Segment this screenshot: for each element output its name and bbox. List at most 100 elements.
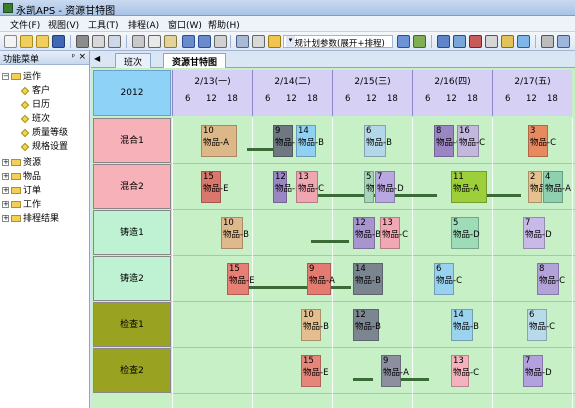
- zoom-icon[interactable]: [236, 35, 249, 48]
- tab-resource-gantt[interactable]: 资源甘特图: [163, 53, 227, 68]
- task-item-name: 物品-C: [382, 230, 409, 240]
- leaf-icon: [20, 142, 30, 151]
- check-icon[interactable]: [485, 35, 498, 48]
- param-select[interactable]: 常规计划参数(展开+排程) ▾: [283, 35, 393, 49]
- expand-icon[interactable]: +: [2, 215, 9, 222]
- task-bar[interactable]: 14 物品-B: [296, 125, 324, 157]
- task-bar[interactable]: 16 物品-C: [457, 125, 485, 157]
- menu-help[interactable]: 帮助(H): [208, 18, 240, 31]
- tab-scroll-left-icon[interactable]: ◀: [94, 54, 100, 63]
- paste-icon[interactable]: [164, 35, 177, 48]
- open-folder-icon[interactable]: [20, 35, 33, 48]
- tree-leaf-quality[interactable]: 质量等级: [20, 125, 68, 138]
- task-bar[interactable]: 7 物品-D: [523, 217, 552, 249]
- task-bar[interactable]: 14 物品-B: [353, 263, 383, 295]
- resource-gantt-chart[interactable]: 2012 2/13(一) 6 12 18 2/14(二) 6 12 18 2/15(三) 6 12 1…: [91, 68, 575, 408]
- tree-leaf-shift[interactable]: 班次: [20, 111, 50, 124]
- task-bar[interactable]: 12 物品-B: [273, 171, 301, 203]
- task-bar[interactable]: 13 物品-C: [451, 355, 479, 387]
- task-bar[interactable]: 12 物品-B: [353, 309, 381, 341]
- resource-label[interactable]: 铸造2: [93, 256, 171, 301]
- task-bar[interactable]: 14 物品-B: [451, 309, 479, 341]
- tree-node-item[interactable]: + 物品: [2, 169, 41, 182]
- expand-icon[interactable]: +: [2, 187, 9, 194]
- dropdown-icon[interactable]: [214, 35, 227, 48]
- trend-icon[interactable]: [469, 35, 482, 48]
- expand-icon[interactable]: +: [2, 173, 9, 180]
- param-icon[interactable]: [268, 35, 281, 48]
- gantt-icon[interactable]: [413, 35, 426, 48]
- resource-label[interactable]: 混合1: [93, 118, 171, 163]
- chevron-down-icon[interactable]: ▾: [286, 36, 295, 47]
- task-bar[interactable]: 8 物品-C: [434, 125, 462, 157]
- tree-leaf-customer[interactable]: 客户: [20, 83, 50, 96]
- menu-window[interactable]: 窗口(W): [168, 18, 202, 31]
- resource-label[interactable]: 混合2: [93, 164, 171, 209]
- task-bar[interactable]: 2物品-B: [528, 171, 556, 203]
- cut-icon[interactable]: [132, 35, 145, 48]
- task-bar[interactable]: 15 物品-E: [301, 355, 328, 387]
- hour-tick-label: 12: [366, 94, 377, 104]
- collapse-icon[interactable]: −: [2, 73, 9, 80]
- copy-icon[interactable]: [148, 35, 161, 48]
- task-bar[interactable]: 5物品-D: [451, 217, 480, 249]
- task-bar[interactable]: 11 物品-A: [451, 171, 487, 203]
- find-icon[interactable]: [76, 35, 89, 48]
- tree-leaf-spec[interactable]: 规格设置: [20, 139, 68, 152]
- pin-icon[interactable]: ᵖ: [72, 52, 75, 61]
- task-bar[interactable]: 13 物品-C: [296, 171, 324, 203]
- task-bar[interactable]: 10 物品-B: [301, 309, 329, 341]
- task-bar[interactable]: 4 物品-A: [543, 171, 571, 203]
- undo-icon[interactable]: [182, 35, 195, 48]
- tree-node-operations[interactable]: − 运作: [2, 69, 41, 82]
- tree-leaf-calendar[interactable]: 日历: [20, 97, 50, 110]
- task-bar[interactable]: 7 物品-D: [523, 355, 552, 387]
- task-bar[interactable]: 10 物品-A: [201, 125, 237, 157]
- resource-label[interactable]: 检查1: [93, 302, 171, 347]
- tree-node-order[interactable]: + 订单: [2, 183, 41, 196]
- align-icon[interactable]: [437, 35, 450, 48]
- task-bar[interactable]: 15 物品-E: [201, 171, 228, 203]
- save-icon[interactable]: [52, 35, 65, 48]
- close-icon[interactable]: [541, 35, 554, 48]
- tree-node-result[interactable]: + 排程结果: [2, 211, 59, 224]
- menu-tools[interactable]: 工具(T): [88, 18, 119, 31]
- print-icon[interactable]: [92, 35, 105, 48]
- task-bar[interactable]: 6 物品-C: [434, 263, 462, 295]
- task-bar[interactable]: 9 物品-A: [381, 355, 409, 387]
- tab-shift[interactable]: 班次: [115, 53, 152, 68]
- menu-view[interactable]: 视图(V): [48, 18, 79, 31]
- close-icon[interactable]: ×: [78, 52, 86, 62]
- menu-file[interactable]: 文件(F): [10, 18, 40, 31]
- grid-icon[interactable]: [517, 35, 530, 48]
- task-item-name: 物品-D: [453, 230, 480, 240]
- task-bar[interactable]: 12 物品-B: [353, 217, 381, 249]
- tree-node-work[interactable]: + 工作: [2, 197, 41, 210]
- task-bar[interactable]: 6 物品-C: [527, 309, 555, 341]
- task-bar[interactable]: 7 物品-D: [375, 171, 404, 203]
- lock-icon[interactable]: [501, 35, 514, 48]
- expand-icon[interactable]: +: [2, 201, 9, 208]
- open-icon[interactable]: [36, 35, 49, 48]
- task-bar[interactable]: 9 物品-A: [307, 263, 335, 295]
- task-bar[interactable]: 13 物品-C: [380, 217, 408, 249]
- task-bar[interactable]: 5物品-D: [364, 171, 393, 203]
- schedule-icon[interactable]: [397, 35, 410, 48]
- expand-icon[interactable]: +: [2, 159, 9, 166]
- resource-label[interactable]: 检查2: [93, 348, 171, 393]
- tree-node-resource[interactable]: + 资源: [2, 155, 41, 168]
- new-icon[interactable]: [4, 35, 17, 48]
- task-bar[interactable]: 9 物品-B: [273, 125, 301, 157]
- task-bar[interactable]: 3 物品-C: [528, 125, 556, 157]
- task-bar[interactable]: 8 物品-C: [537, 263, 565, 295]
- chart-icon[interactable]: [453, 35, 466, 48]
- task-bar[interactable]: 6 物品-B: [364, 125, 392, 157]
- task-bar[interactable]: 15 物品-E: [227, 263, 254, 295]
- options-icon[interactable]: [252, 35, 265, 48]
- redo-icon[interactable]: [198, 35, 211, 48]
- task-bar[interactable]: 10 物品-B: [221, 217, 249, 249]
- settings-icon[interactable]: [557, 35, 570, 48]
- resource-label[interactable]: 铸造1: [93, 210, 171, 255]
- menu-schedule[interactable]: 排程(A): [128, 18, 159, 31]
- print-preview-icon[interactable]: [108, 35, 121, 48]
